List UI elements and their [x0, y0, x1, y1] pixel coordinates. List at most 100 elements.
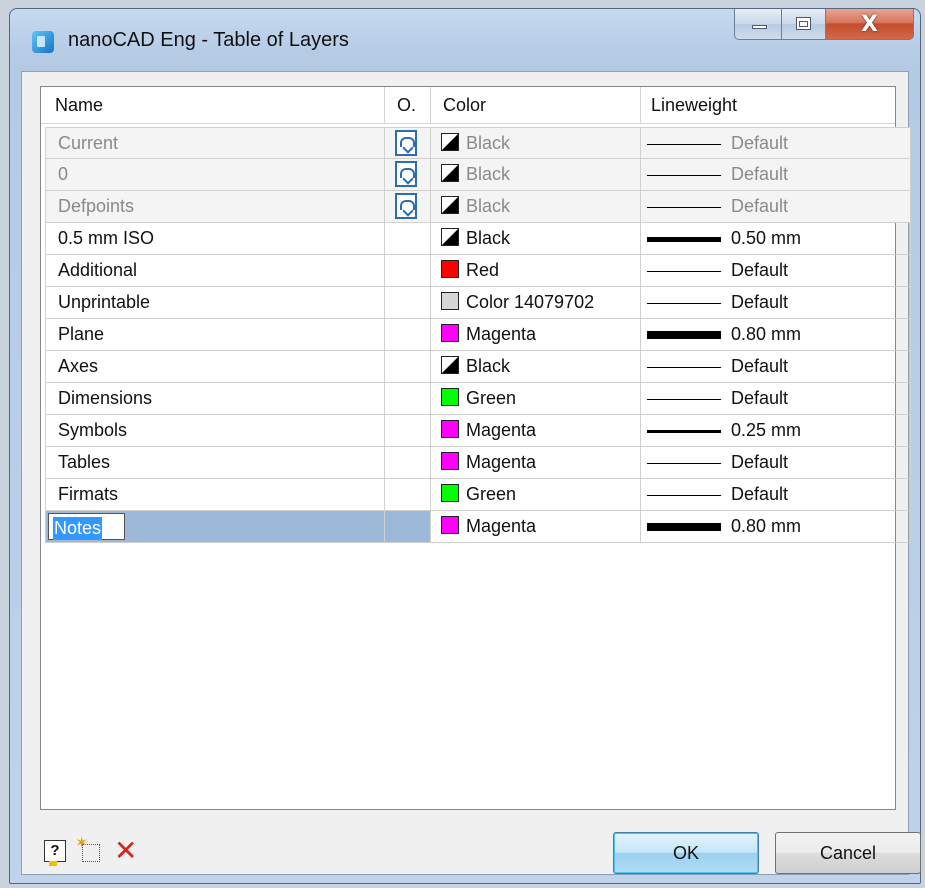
layer-state-icon[interactable] [395, 161, 417, 187]
column-header-name[interactable]: Name [41, 87, 385, 123]
layer-name-cell[interactable]: Notes [45, 511, 385, 543]
layer-on-cell[interactable] [385, 447, 431, 479]
layer-on-cell[interactable] [385, 479, 431, 511]
layer-on-cell[interactable] [385, 287, 431, 319]
layer-color-cell[interactable]: Black [431, 127, 641, 159]
layer-name-input[interactable]: Notes [48, 513, 125, 540]
layer-state-icon[interactable] [395, 130, 417, 156]
table-row[interactable]: Plane Magenta 0.80 mm [45, 319, 911, 351]
layers-table[interactable]: Name O. Color Lineweight Current Black Def… [40, 86, 911, 810]
table-row[interactable]: Firmats Green Default [45, 479, 911, 511]
column-header-color[interactable]: Color [431, 87, 641, 123]
layer-toolbar: ? ✕ [44, 833, 137, 866]
help-icon[interactable]: ? [44, 840, 66, 866]
layer-name-cell[interactable]: Additional [45, 255, 385, 287]
table-row[interactable]: Unprintable Color 14079702 Default [45, 287, 911, 319]
color-swatch-icon [441, 452, 459, 471]
column-header-lineweight[interactable]: Lineweight [641, 87, 895, 123]
layer-color-cell[interactable]: Magenta [431, 415, 641, 447]
layer-color-cell[interactable]: Magenta [431, 319, 641, 351]
layer-color-cell[interactable]: Red [431, 255, 641, 287]
layer-name-cell[interactable]: Symbols [45, 415, 385, 447]
table-row[interactable]: Tables Magenta Default [45, 447, 911, 479]
layer-name-cell[interactable]: Plane [45, 319, 385, 351]
layer-on-cell[interactable] [385, 255, 431, 287]
layer-on-cell[interactable] [385, 511, 431, 543]
lineweight-sample [647, 331, 721, 339]
ok-button[interactable]: OK [613, 832, 759, 874]
minimize-button[interactable] [734, 9, 782, 40]
title-bar[interactable]: nanoCAD Eng - Table of Layers X [10, 9, 920, 71]
color-swatch-icon [441, 260, 459, 279]
layer-lineweight-cell[interactable]: Default [641, 127, 911, 159]
layer-name-cell[interactable]: Defpoints [45, 191, 385, 223]
layer-color-cell[interactable]: Magenta [431, 511, 641, 543]
layer-lineweight-cell[interactable]: Default [641, 255, 911, 287]
layer-on-cell[interactable] [385, 223, 431, 255]
color-swatch-icon [441, 164, 459, 183]
delete-icon[interactable]: ✕ [114, 837, 137, 865]
layer-color-cell[interactable]: Black [431, 223, 641, 255]
table-row[interactable]: 0 Black Default [45, 159, 911, 191]
color-name: Black [466, 164, 511, 184]
layer-lineweight-cell[interactable]: 0.80 mm [641, 319, 911, 351]
layer-name-cell[interactable]: Firmats [45, 479, 385, 511]
lineweight-value: Default [731, 196, 789, 216]
close-button[interactable]: X [826, 9, 914, 40]
column-header-on[interactable]: O. [385, 87, 431, 123]
layer-lineweight-cell[interactable]: Default [641, 479, 911, 511]
color-swatch-icon [441, 356, 459, 375]
table-row[interactable]: Dimensions Green Default [45, 383, 911, 415]
layer-name-cell[interactable]: Axes [45, 351, 385, 383]
layer-lineweight-cell[interactable]: Default [641, 383, 911, 415]
color-swatch-icon [441, 420, 459, 439]
layer-name-cell[interactable]: 0.5 mm ISO [45, 223, 385, 255]
layer-color-cell[interactable]: Green [431, 479, 641, 511]
new-layer-icon[interactable] [75, 833, 100, 862]
maximize-button[interactable] [782, 9, 826, 40]
layer-on-cell[interactable] [385, 319, 431, 351]
table-row[interactable]: Notes Magenta 0.80 mm [45, 511, 911, 543]
table-row[interactable]: Symbols Magenta 0.25 mm [45, 415, 911, 447]
layer-on-cell[interactable] [385, 191, 431, 223]
layer-name-cell[interactable]: Tables [45, 447, 385, 479]
table-row[interactable]: Defpoints Black Default [45, 191, 911, 223]
layer-color-cell[interactable]: Color 14079702 [431, 287, 641, 319]
table-row[interactable]: 0.5 mm ISO Black 0.50 mm [45, 223, 911, 255]
table-row[interactable]: Additional Red Default [45, 255, 911, 287]
layer-lineweight-cell[interactable]: Default [641, 447, 911, 479]
color-name: Black [466, 228, 511, 248]
layer-lineweight-cell[interactable]: Default [641, 351, 911, 383]
lineweight-value: 0.50 mm [731, 228, 802, 248]
lineweight-sample [647, 207, 721, 208]
layer-lineweight-cell[interactable]: Default [641, 159, 911, 191]
layer-on-cell[interactable] [385, 415, 431, 447]
layer-name-cell[interactable]: Current [45, 127, 385, 159]
layer-state-icon[interactable] [395, 193, 417, 219]
layer-color-cell[interactable]: Black [431, 191, 641, 223]
layer-color-cell[interactable]: Green [431, 383, 641, 415]
layer-name-cell[interactable]: Unprintable [45, 287, 385, 319]
layer-color-cell[interactable]: Magenta [431, 447, 641, 479]
layer-color-cell[interactable]: Black [431, 159, 641, 191]
layer-on-cell[interactable] [385, 351, 431, 383]
layer-lineweight-cell[interactable]: 0.25 mm [641, 415, 911, 447]
table-row[interactable]: Axes Black Default [45, 351, 911, 383]
color-name: Green [466, 388, 517, 408]
cancel-button[interactable]: Cancel [775, 832, 921, 874]
layer-lineweight-cell[interactable]: 0.50 mm [641, 223, 911, 255]
layer-color-cell[interactable]: Black [431, 351, 641, 383]
layer-lineweight-cell[interactable]: Default [641, 191, 911, 223]
table-row[interactable]: Current Black Default [45, 127, 911, 159]
layer-on-cell[interactable] [385, 159, 431, 191]
layer-on-cell[interactable] [385, 383, 431, 415]
layer-lineweight-cell[interactable]: Default [641, 287, 911, 319]
lineweight-sample [647, 463, 721, 464]
layer-on-cell[interactable] [385, 127, 431, 159]
color-name: Black [466, 133, 511, 153]
color-name: Magenta [466, 452, 537, 472]
layer-lineweight-cell[interactable]: 0.80 mm [641, 511, 911, 543]
lineweight-value: 0.80 mm [731, 516, 802, 536]
layer-name-cell[interactable]: 0 [45, 159, 385, 191]
layer-name-cell[interactable]: Dimensions [45, 383, 385, 415]
